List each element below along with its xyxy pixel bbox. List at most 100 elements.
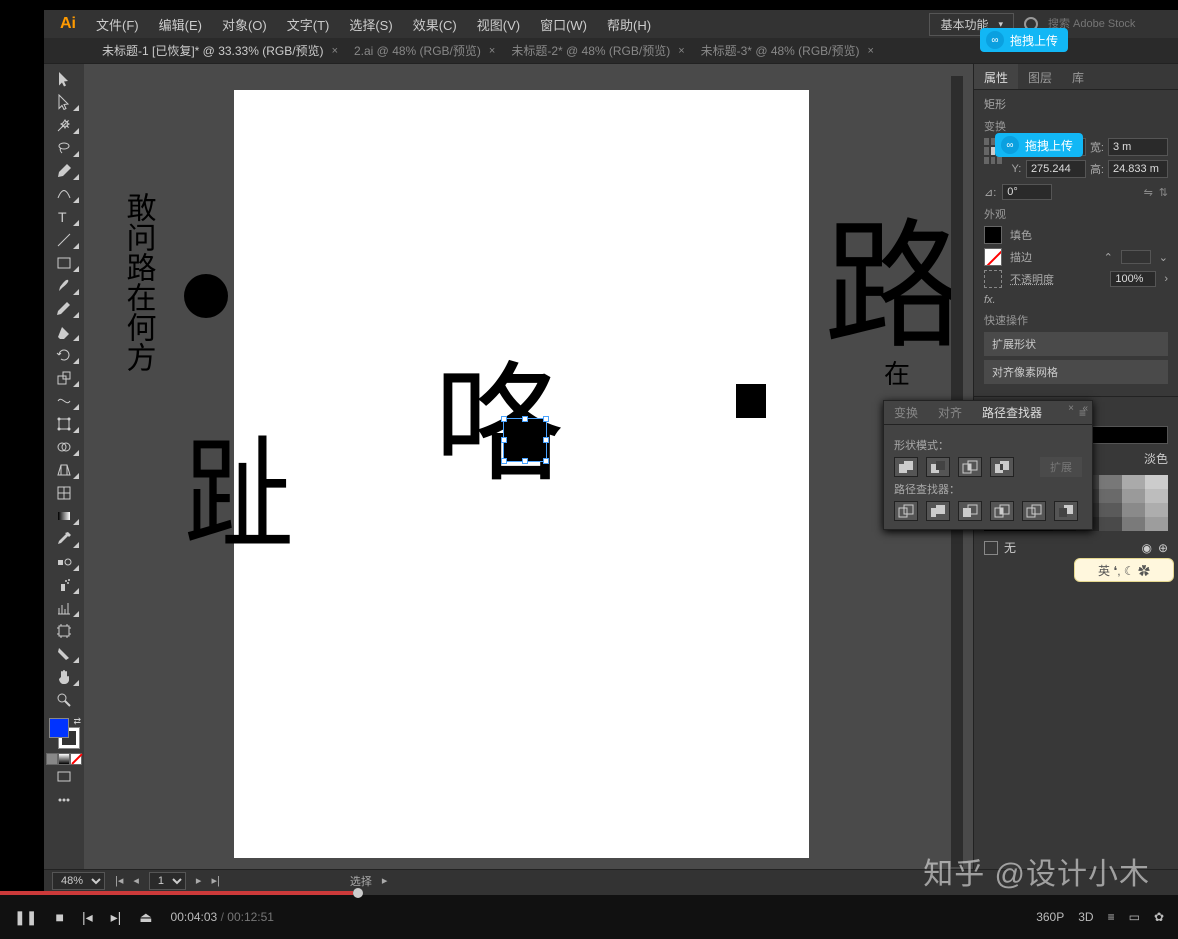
rotate-tool-icon[interactable] [47,344,81,366]
status-menu-icon[interactable]: ▸ [382,874,388,887]
color-wells[interactable]: ⇄ [49,718,79,748]
tab-properties[interactable]: 属性 [974,64,1018,89]
next-artboard-icon[interactable]: ▸| [211,874,219,887]
minus-back-icon[interactable] [1054,501,1078,521]
minus-front-icon[interactable] [926,457,950,477]
symbol-spray-icon[interactable] [47,574,81,596]
pf-tab-transform[interactable]: 变换 [884,401,928,424]
menu-type[interactable]: 文字(T) [277,11,340,38]
quality-label[interactable]: 360P [1036,910,1064,924]
playlist-icon[interactable]: ≡ [1108,910,1115,924]
doc-tab-4[interactable]: 未标题-3* @ 48% (RGB/预览)× [693,38,882,63]
stroke-swatch[interactable] [984,248,1002,266]
hand-tool-icon[interactable] [47,666,81,688]
pause-icon[interactable]: ❚❚ [14,909,37,926]
upload-pill-1[interactable]: ∞拖拽上传 [980,28,1068,52]
align-pixel-button[interactable]: 对齐像素网格 [984,360,1168,384]
expand-shape-button[interactable]: 扩展形状 [984,332,1168,356]
selected-rectangle[interactable] [504,419,546,461]
canvas[interactable]: 敢问路在何方 趾 咯 路 在 [84,64,973,869]
eraser-tool-icon[interactable] [47,321,81,343]
type-tool-icon[interactable]: T [47,206,81,228]
unite-icon[interactable] [894,457,918,477]
mesh-tool-icon[interactable] [47,482,81,504]
rectangle-tool-icon[interactable] [47,252,81,274]
doc-tab-3[interactable]: 未标题-2* @ 48% (RGB/预览)× [503,38,692,63]
volume-icon[interactable]: ⏏ [139,909,152,926]
line-tool-icon[interactable] [47,229,81,251]
next-icon[interactable]: ▸ [196,874,202,887]
menu-window[interactable]: 窗口(W) [530,11,597,38]
settings-icon[interactable]: ✿ [1154,910,1164,924]
fill-swatch[interactable] [984,226,1002,244]
flip-h-icon[interactable]: ⇋ [1144,186,1153,199]
outline-icon[interactable] [1022,501,1046,521]
pf-tab-pathfinder[interactable]: 路径查找器 [972,401,1052,424]
prev-icon[interactable]: ◂ [133,874,139,887]
artboard-nav-select[interactable]: 1 [149,872,186,890]
menu-view[interactable]: 视图(V) [467,11,530,38]
zoom-tool-icon[interactable] [47,689,81,711]
close-icon[interactable]: × [332,45,338,57]
free-transform-icon[interactable] [47,413,81,435]
stop-icon[interactable]: ■ [55,909,63,925]
close-icon[interactable]: × [678,45,684,57]
exclude-icon[interactable] [990,457,1014,477]
width-tool-icon[interactable] [47,390,81,412]
menu-edit[interactable]: 编辑(E) [149,11,212,38]
h-value-input[interactable] [1108,160,1168,178]
prev-artboard-icon[interactable]: |◂ [115,874,123,887]
perspective-tool-icon[interactable] [47,459,81,481]
subtitle-icon[interactable]: ▭ [1129,910,1140,924]
artboard-tool-icon[interactable] [47,620,81,642]
graph-tool-icon[interactable] [47,597,81,619]
intersect-icon[interactable] [958,457,982,477]
menu-object[interactable]: 对象(O) [212,11,277,38]
swap-colors-icon[interactable]: ⇄ [73,716,81,727]
divide-icon[interactable] [894,501,918,521]
merge-icon[interactable] [958,501,982,521]
pen-tool-icon[interactable] [47,160,81,182]
expand-button[interactable]: 扩展 [1040,457,1082,477]
gradient-tool-icon[interactable] [47,505,81,527]
angle-input[interactable] [1002,184,1052,200]
direct-select-tool-icon[interactable] [47,91,81,113]
slice-tool-icon[interactable] [47,643,81,665]
panel-close-icon[interactable]: × [1068,403,1074,414]
w-value-input[interactable] [1108,138,1168,156]
tab-layers[interactable]: 图层 [1018,64,1062,89]
crop-icon[interactable] [990,501,1014,521]
next-track-icon[interactable]: ▸| [111,909,122,926]
fill-color-well[interactable] [49,718,69,738]
pencil-tool-icon[interactable] [47,298,81,320]
brush-tool-icon[interactable] [47,275,81,297]
edit-toolbar-icon[interactable] [47,789,81,811]
color-wheel-icon[interactable]: ◉ [1141,541,1151,555]
shape-builder-icon[interactable] [47,436,81,458]
pf-tab-align[interactable]: 对齐 [928,401,972,424]
zoom-select[interactable]: 48% [52,872,105,890]
close-icon[interactable]: × [489,45,495,57]
opacity-input[interactable] [1110,271,1156,287]
upload-pill-2[interactable]: ∞拖拽上传 [995,133,1083,157]
y-value-input[interactable] [1026,160,1086,178]
selection-tool-icon[interactable] [47,68,81,90]
video-progress-bar[interactable] [0,891,1178,895]
menu-effect[interactable]: 效果(C) [403,11,467,38]
flip-v-icon[interactable]: ⇅ [1159,186,1168,199]
menu-help[interactable]: 帮助(H) [597,11,661,38]
scale-tool-icon[interactable] [47,367,81,389]
color-mode-icons[interactable] [46,753,82,765]
eyedropper-tool-icon[interactable] [47,528,81,550]
swatch-lib-icon[interactable] [984,541,998,555]
pathfinder-panel[interactable]: « × 变换 对齐 路径查找器 ≡ 形状模式： 扩展 路径查找器： [883,400,1093,530]
panel-collapse-icon[interactable]: « [1082,403,1088,414]
tab-libraries[interactable]: 库 [1062,64,1094,89]
doc-tab-1[interactable]: 未标题-1 [已恢复]* @ 33.33% (RGB/预览)× [94,38,346,63]
lasso-tool-icon[interactable] [47,137,81,159]
doc-tab-2[interactable]: 2.ai @ 48% (RGB/预览)× [346,38,503,63]
menu-select[interactable]: 选择(S) [339,11,402,38]
menu-file[interactable]: 文件(F) [86,11,149,38]
fx-label[interactable]: fx. [984,294,1168,306]
stroke-weight-input[interactable] [1121,250,1151,264]
